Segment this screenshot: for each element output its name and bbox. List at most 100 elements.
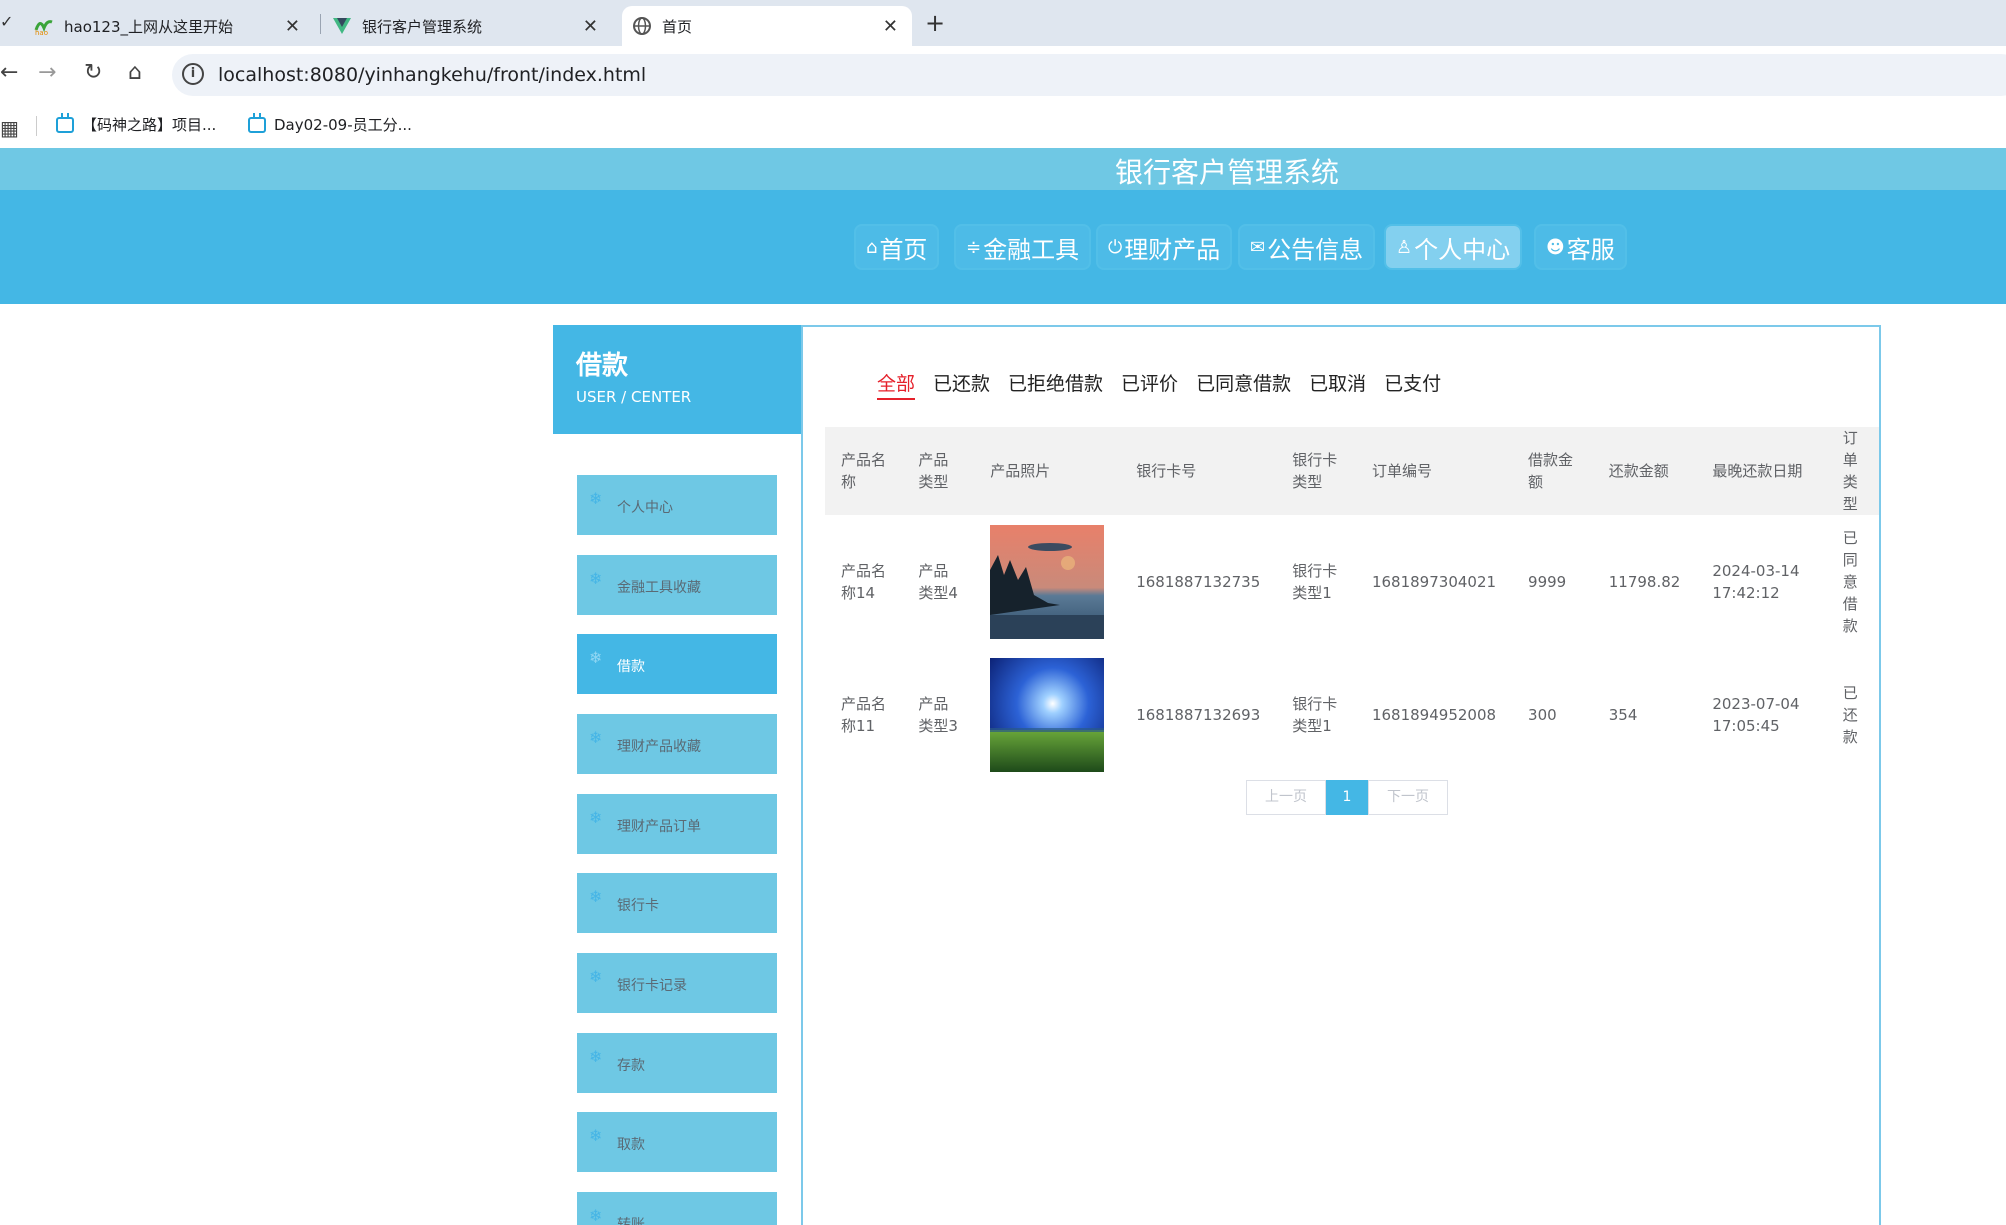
sidebar-item-bank-cards[interactable]: ❄ 银行卡: [577, 873, 777, 933]
sidebar-item-label: 理财产品订单: [617, 819, 701, 835]
nav-label: 个人中心: [1414, 235, 1511, 264]
forward-arrow-icon[interactable]: →: [38, 60, 56, 85]
page-number-button[interactable]: 1: [1326, 780, 1368, 815]
snowflake-icon: ❄: [589, 489, 603, 508]
snowflake-icon: ❄: [589, 1206, 603, 1225]
site-title-bar: 银行客户管理系统: [0, 148, 2006, 190]
back-arrow-icon[interactable]: ←: [0, 60, 18, 85]
col-header[interactable]: 银行卡类型: [1276, 427, 1356, 515]
cell-deadline: 2023-07-04 17:05:45: [1712, 694, 1800, 735]
sidebar-item-withdraw[interactable]: ❄ 取款: [577, 1112, 777, 1172]
cell-order-status: 已还款: [1842, 683, 1858, 746]
chat-icon: ☻: [1546, 236, 1565, 258]
main-panel: 全部 已还款 已拒绝借款 已评价 已同意借款 已取消 已支付 产品名称 产品类型…: [801, 325, 1881, 1225]
filter-paid[interactable]: 已支付: [1384, 369, 1441, 400]
filter-rejected[interactable]: 已拒绝借款: [1008, 369, 1103, 400]
home-icon[interactable]: ⌂: [128, 60, 142, 85]
col-header[interactable]: 借款金额: [1512, 427, 1593, 515]
sidebar-item-label: 转账: [617, 1217, 645, 1225]
nav-personal-center[interactable]: ♙ 个人中心: [1386, 226, 1521, 268]
vue-icon: [332, 16, 352, 36]
nav-label: 客服: [1566, 235, 1615, 264]
tab-bank-system[interactable]: 银行客户管理系统 ✕: [332, 6, 612, 46]
sidebar-item-deposit[interactable]: ❄ 存款: [577, 1033, 777, 1093]
sidebar-item-label: 取款: [617, 1137, 645, 1153]
site-title: 银行客户管理系统: [1114, 156, 1339, 189]
table-row[interactable]: 产品名称14 产品类型4 1681887132735 银行卡类型1 168189…: [825, 515, 1879, 648]
sidebar-item-label: 个人中心: [617, 500, 673, 516]
close-icon[interactable]: ✕: [285, 16, 300, 37]
col-header[interactable]: 产品照片: [974, 427, 1120, 515]
apps-grid-icon[interactable]: ▦: [0, 116, 19, 140]
sidebar-item-loans[interactable]: ❄ 借款: [577, 634, 777, 694]
nav-label: 金融工具: [983, 235, 1080, 264]
url-bar[interactable]: i localhost:8080/yinhangkehu/front/index…: [172, 54, 2006, 96]
snowflake-icon: ❄: [589, 808, 603, 827]
prev-page-button[interactable]: 上一页: [1246, 780, 1326, 815]
reload-icon[interactable]: ↻: [84, 60, 102, 85]
sidebar-item-transfer[interactable]: ❄ 转账: [577, 1192, 777, 1225]
sidebar-item-tool-favorites[interactable]: ❄ 金融工具收藏: [577, 555, 777, 615]
bookmark-label: 【码神之路】项目...: [82, 116, 217, 134]
product-photo-night-meadow[interactable]: [990, 657, 1105, 772]
next-page-button[interactable]: 下一页: [1368, 780, 1448, 815]
filter-all[interactable]: 全部: [877, 369, 916, 400]
sidebar-item-card-records[interactable]: ❄ 银行卡记录: [577, 953, 777, 1013]
close-icon[interactable]: ✕: [583, 16, 598, 37]
url-text[interactable]: localhost:8080/yinhangkehu/front/index.h…: [218, 64, 646, 86]
sidebar-header: 借款 USER / CENTER: [553, 325, 801, 434]
address-toolbar: ← → ↻ ⌂ i localhost:8080/yinhangkehu/fro…: [0, 46, 2006, 104]
filter-reviewed[interactable]: 已评价: [1121, 369, 1178, 400]
nav-customer-service[interactable]: ☻ 客服: [1536, 226, 1625, 268]
nav-finance-tools[interactable]: ≑ 金融工具: [956, 226, 1090, 268]
sidebar-item-personal-center[interactable]: ❄ 个人中心: [577, 475, 777, 535]
snowflake-icon: ❄: [589, 648, 603, 667]
filter-cancelled[interactable]: 已取消: [1309, 369, 1366, 400]
bookmark-separator: [36, 116, 37, 136]
tab-title: 首页: [662, 17, 693, 36]
col-header[interactable]: 订单编号: [1356, 427, 1512, 515]
tab-title: 银行客户管理系统: [362, 17, 483, 36]
col-header[interactable]: 订单类型: [1827, 427, 1879, 515]
svg-text:hao: hao: [35, 29, 48, 36]
sidebar-item-product-favorites[interactable]: ❄ 理财产品收藏: [577, 714, 777, 774]
sidebar-item-label: 金融工具收藏: [617, 580, 701, 596]
bilibili-icon: [56, 112, 74, 133]
col-header[interactable]: 产品类型: [902, 427, 974, 515]
tab-separator: [320, 14, 321, 34]
order-filter-tabs: 全部 已还款 已拒绝借款 已评价 已同意借款 已取消 已支付: [877, 369, 1441, 400]
filter-repaid[interactable]: 已还款: [933, 369, 990, 400]
tab-hao123[interactable]: hao hao123_上网从这里开始 ✕: [34, 6, 314, 46]
cell-product-type: 产品类型4: [918, 561, 958, 602]
col-header[interactable]: 银行卡号: [1120, 427, 1276, 515]
sidebar-item-product-orders[interactable]: ❄ 理财产品订单: [577, 794, 777, 854]
nav-announcements[interactable]: ✉ 公告信息: [1240, 226, 1374, 268]
table-row[interactable]: 产品名称11 产品类型3 1681887132693 银行卡类型1 168189…: [825, 648, 1879, 781]
close-icon[interactable]: ✕: [883, 16, 898, 37]
cell-repay-amount: 11798.82: [1608, 572, 1681, 591]
bookmark-item[interactable]: Day02-09-员工分...: [248, 112, 412, 135]
product-photo-sunset-lake[interactable]: [990, 524, 1105, 639]
hao123-icon: hao: [34, 16, 54, 37]
sidebar-item-label: 借款: [617, 659, 645, 675]
tab-home[interactable]: 首页 ✕: [622, 6, 912, 46]
table-header-row: 产品名称 产品类型 产品照片 银行卡号 银行卡类型 订单编号 借款金额 还款金额…: [825, 427, 1879, 515]
col-header[interactable]: 产品名称: [825, 427, 902, 515]
sidebar-title: 借款: [576, 351, 629, 381]
cell-photo: [974, 648, 1120, 781]
filter-approved[interactable]: 已同意借款: [1196, 369, 1291, 400]
sidebar-subtitle: USER / CENTER: [576, 388, 692, 406]
bookmark-item[interactable]: 【码神之路】项目...: [56, 112, 217, 135]
bilibili-icon: [248, 112, 266, 133]
snowflake-icon: ❄: [589, 569, 603, 588]
site-info-icon[interactable]: i: [182, 63, 204, 85]
nav-wealth-products[interactable]: ⏻ 理财产品: [1098, 226, 1231, 268]
new-tab-plus-icon[interactable]: +: [925, 9, 945, 37]
nav-home[interactable]: ⌂ 首页: [856, 226, 938, 268]
col-header[interactable]: 还款金额: [1593, 427, 1697, 515]
col-header[interactable]: 最晚还款日期: [1696, 427, 1826, 515]
cell-card-number: 1681887132735: [1136, 572, 1261, 591]
tab-list-chevron-icon[interactable]: ✓: [0, 12, 13, 31]
bookmarks-bar: ▦ 【码神之路】项目... Day02-09-员工分...: [0, 104, 2006, 148]
nav-label: 公告信息: [1267, 235, 1364, 264]
